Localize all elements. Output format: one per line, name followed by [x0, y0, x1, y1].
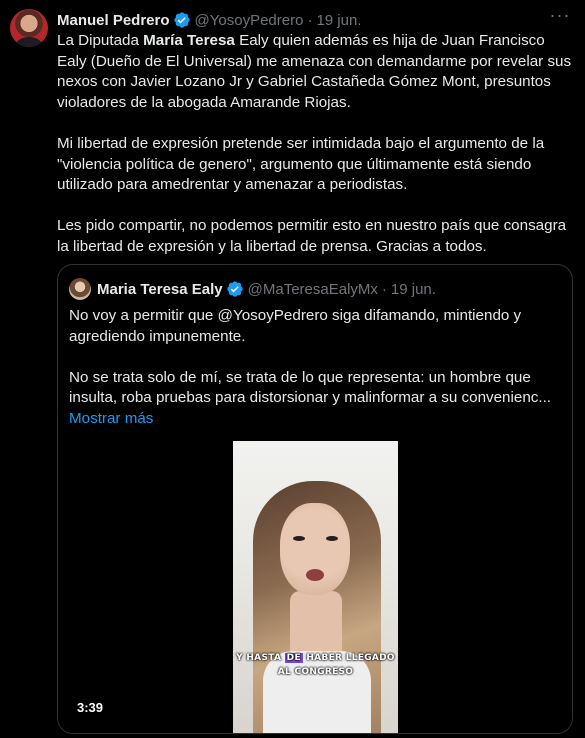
show-more-link[interactable]: Mostrar más — [69, 410, 153, 427]
separator-dot: · — [307, 11, 313, 29]
caption-line-2: AL CONGRESO — [277, 667, 354, 677]
tweet-date[interactable]: 19 jun. — [316, 12, 361, 29]
quote-author-name[interactable]: Maria Teresa Ealy — [97, 281, 223, 298]
quote-author-handle[interactable]: @MaTeresaEalyMx — [248, 281, 378, 298]
verified-badge-icon[interactable] — [173, 11, 191, 29]
caption-text: HABER LLEGADO — [302, 653, 395, 663]
quote-header: Maria Teresa Ealy @MaTeresaEalyMx · 19 j… — [69, 278, 436, 300]
tweet-header: Manuel Pedrero @YosoyPedrero · 19 jun. — [57, 10, 361, 30]
bold-name: María Teresa — [143, 32, 235, 49]
text-run: La Diputada — [57, 32, 144, 49]
quoted-tweet[interactable]: Maria Teresa Ealy @MaTeresaEalyMx · 19 j… — [57, 264, 573, 734]
separator-dot: · — [381, 280, 387, 298]
video-person-face — [280, 503, 350, 595]
author-name[interactable]: Manuel Pedrero — [57, 12, 170, 29]
tweet-text: La Diputada María Teresa Ealy quien adem… — [57, 31, 577, 258]
quote-text: No voy a permitir que @YosoyPedrero siga… — [69, 306, 565, 430]
video-person-eye — [293, 536, 305, 541]
tweet-paragraph-2: Mi libertad de expresión pretende ser in… — [57, 134, 545, 194]
quote-paragraph-2: No se trata solo de mí, se trata de lo q… — [69, 368, 552, 407]
tweet-paragraph-3: Les pido compartir, no podemos permitir … — [57, 217, 567, 255]
video-duration-badge: 3:39 — [72, 698, 109, 718]
video-person-mouth — [306, 569, 324, 581]
quote-paragraph-1: No voy a permitir que @YosoyPedrero siga… — [69, 307, 522, 345]
video-person-eye — [326, 536, 338, 541]
more-options-icon[interactable]: ··· — [549, 6, 571, 28]
video-player[interactable]: Y HASTA DE HABER LLEGADO AL CONGRESO 3:3… — [58, 441, 572, 733]
quote-date[interactable]: 19 jun. — [391, 281, 436, 298]
video-caption: Y HASTA DE HABER LLEGADO AL CONGRESO — [233, 651, 398, 679]
tweet-paragraph-1: La Diputada María Teresa Ealy quien adem… — [57, 31, 577, 113]
video-frame[interactable]: Y HASTA DE HABER LLEGADO AL CONGRESO — [233, 441, 398, 733]
author-handle[interactable]: @YosoyPedrero — [195, 12, 304, 29]
verified-badge-icon[interactable] — [226, 280, 244, 298]
caption-highlight: DE — [284, 653, 303, 663]
quote-author-avatar[interactable] — [69, 278, 91, 300]
author-avatar[interactable] — [10, 9, 48, 47]
caption-text: Y HASTA — [236, 653, 285, 663]
